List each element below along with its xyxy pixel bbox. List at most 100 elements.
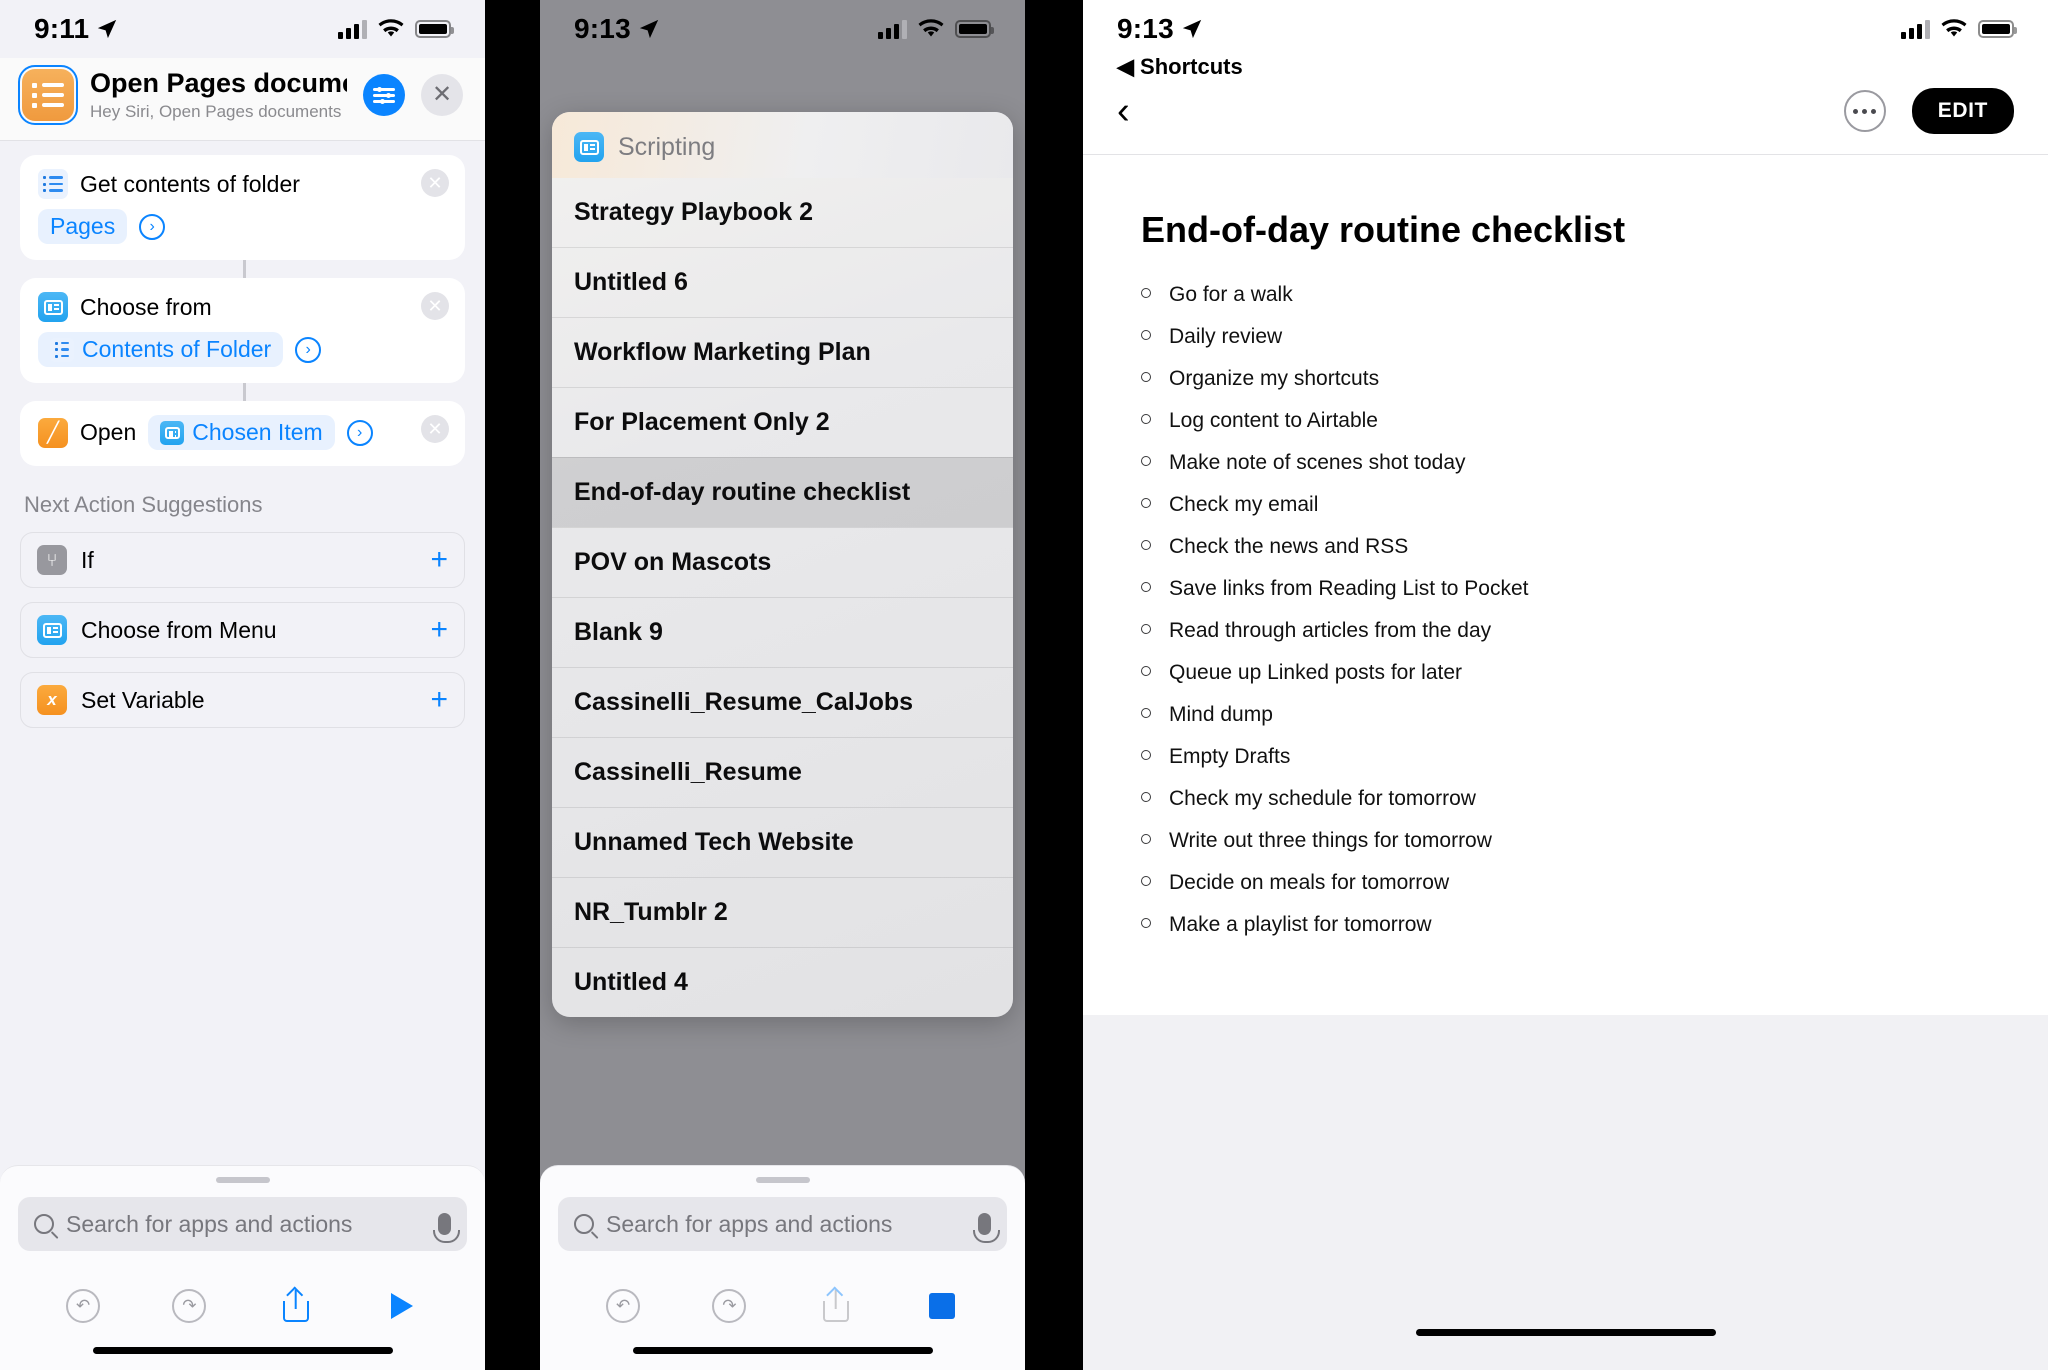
wifi-icon (918, 19, 944, 37)
list-item[interactable]: Blank 9 (552, 597, 1013, 667)
action-title: Get contents of folder (80, 170, 300, 197)
shortcut-header: Open Pages docume... Hey Siri, Open Page… (0, 58, 485, 141)
list-item: Make a playlist for tomorrow (1141, 913, 2048, 937)
choose-menu-icon (37, 615, 67, 645)
list-item[interactable]: Workflow Marketing Plan (552, 317, 1013, 387)
token-label: Contents of Folder (82, 336, 272, 362)
action-parameter-token[interactable]: Chosen Item (148, 415, 335, 450)
status-indicators-left (338, 19, 454, 39)
chevron-right-circle-icon[interactable]: › (295, 336, 322, 363)
list-item[interactable]: POV on Mascots (552, 527, 1013, 597)
suggestion-row-set-variable[interactable]: x Set Variable + (20, 672, 465, 728)
search-input[interactable]: Search for apps and actions (18, 1197, 467, 1251)
cellular-signal-icon (338, 19, 367, 39)
list-item: Queue up Linked posts for later (1141, 661, 2048, 685)
microphone-icon[interactable] (433, 1213, 460, 1243)
chevron-left-icon[interactable]: ‹ (1117, 92, 1130, 130)
list-item[interactable]: Unnamed Tech Website (552, 807, 1013, 877)
search-input[interactable]: Search for apps and actions (558, 1197, 1007, 1251)
home-indicator (1415, 1329, 1716, 1336)
sheet-grabber[interactable] (755, 1177, 810, 1183)
list-item: Check the news and RSS (1141, 535, 2048, 559)
redo-icon[interactable]: ↷ (172, 1289, 207, 1323)
editor-toolbar: ↶ ↷ (0, 1265, 485, 1347)
status-indicators-right (1901, 19, 2017, 39)
list-item[interactable]: Untitled 6 (552, 247, 1013, 317)
screenshot-stage: 9:11 Open Pages docume... Hey Siri, Open… (0, 0, 2048, 1370)
bullet-icon (1141, 456, 1151, 466)
choose-from-list-sheet: Scripting Strategy Playbook 2 Untitled 6… (552, 112, 1013, 1017)
chevron-right-circle-icon[interactable]: › (139, 213, 166, 240)
suggestion-label: If (81, 546, 94, 573)
list-item-text: Organize my shortcuts (1169, 367, 1380, 390)
shortcut-title-group: Open Pages docume... Hey Siri, Open Page… (90, 68, 347, 122)
list-item-text: Mind dump (1169, 703, 1273, 726)
action-title: Choose from (80, 293, 212, 320)
list-item-text: Write out three things for tomorrow (1169, 829, 1492, 852)
document-title: End-of-day routine checklist (1141, 209, 1626, 250)
remove-circle-icon[interactable]: ✕ (421, 415, 449, 443)
redo-icon[interactable]: ↷ (712, 1289, 747, 1323)
list-item: Go for a walk (1141, 283, 2048, 307)
list-item: Decide on meals for tomorrow (1141, 871, 2048, 895)
list-item[interactable]: Untitled 4 (552, 947, 1013, 1017)
list-item[interactable]: NR_Tumblr 2 (552, 877, 1013, 947)
remove-circle-icon[interactable]: ✕ (421, 292, 449, 320)
plus-icon[interactable]: + (430, 545, 448, 575)
close-icon[interactable]: ✕ (421, 74, 463, 116)
plus-icon[interactable]: + (430, 615, 448, 645)
list-item[interactable]: For Placement Only 2 (552, 387, 1013, 457)
suggestion-row-if[interactable]: ⑂ If + (20, 532, 465, 588)
bullet-icon (1141, 372, 1151, 382)
list-item-text: Save links from Reading List to Pocket (1169, 577, 1529, 600)
share-icon[interactable] (282, 1290, 309, 1322)
bullet-icon (1141, 288, 1151, 298)
search-placeholder: Search for apps and actions (66, 1210, 353, 1237)
battery-icon (955, 20, 994, 38)
stop-icon[interactable] (928, 1293, 955, 1319)
share-icon[interactable] (822, 1290, 849, 1322)
sliders-icon[interactable] (363, 74, 405, 116)
nav-actions: EDIT (1843, 88, 2014, 134)
suggestions-heading: Next Action Suggestions (24, 492, 263, 517)
list-item[interactable]: Cassinelli_Resume_CalJobs (552, 667, 1013, 737)
action-card[interactable]: ✕ Choose from Contents of Folder › (20, 278, 465, 401)
play-icon[interactable] (390, 1293, 413, 1319)
choose-from-list-icon (574, 132, 604, 162)
battery-icon (415, 20, 454, 38)
chevron-right-circle-icon[interactable]: › (346, 419, 373, 446)
search-placeholder: Search for apps and actions (606, 1210, 893, 1237)
action-card[interactable]: ✕ Open Chosen Item › (20, 401, 465, 466)
if-branch-icon: ⑂ (37, 545, 67, 575)
list-item: Empty Drafts (1141, 745, 2048, 769)
suggestion-row-choose-from-menu[interactable]: Choose from Menu + (20, 602, 465, 658)
remove-circle-icon[interactable]: ✕ (421, 169, 449, 197)
list-item-selected[interactable]: End-of-day routine checklist (552, 457, 1013, 527)
action-card[interactable]: ✕ Get contents of folder Pages › (20, 155, 465, 278)
pages-app-icon (38, 417, 68, 448)
list-item-text: Check the news and RSS (1169, 535, 1409, 558)
status-time-text: 9:13 (574, 13, 631, 44)
document-body: End-of-day routine checklist Go for a wa… (1083, 155, 2048, 1015)
edit-button[interactable]: EDIT (1911, 88, 2014, 134)
action-parameter-token[interactable]: Pages (38, 209, 128, 244)
location-arrow-icon (639, 19, 659, 39)
list-item[interactable]: Strategy Playbook 2 (552, 178, 1013, 247)
sheet-grabber[interactable] (215, 1177, 270, 1183)
list-item-text: Log content to Airtable (1169, 409, 1378, 432)
plus-icon[interactable]: + (430, 685, 448, 715)
list-item: Make note of scenes shot today (1141, 451, 2048, 475)
bullet-icon (1141, 792, 1151, 802)
action-parameter-token[interactable]: Contents of Folder (38, 332, 284, 367)
choose-from-list-panel: 9:13 Scripting Strategy Playbook 2 Untit… (540, 0, 1025, 1370)
list-item: Write out three things for tomorrow (1141, 829, 2048, 853)
microphone-icon[interactable] (973, 1213, 1000, 1243)
wifi-icon (1941, 19, 1967, 37)
list-item[interactable]: Cassinelli_Resume (552, 737, 1013, 807)
undo-icon[interactable]: ↶ (606, 1289, 641, 1323)
status-bar-left: 9:11 (0, 0, 485, 58)
undo-icon[interactable]: ↶ (66, 1289, 101, 1323)
bullet-icon (1141, 540, 1151, 550)
list-item: Log content to Airtable (1141, 409, 2048, 433)
ellipsis-circle-icon[interactable] (1843, 90, 1886, 132)
